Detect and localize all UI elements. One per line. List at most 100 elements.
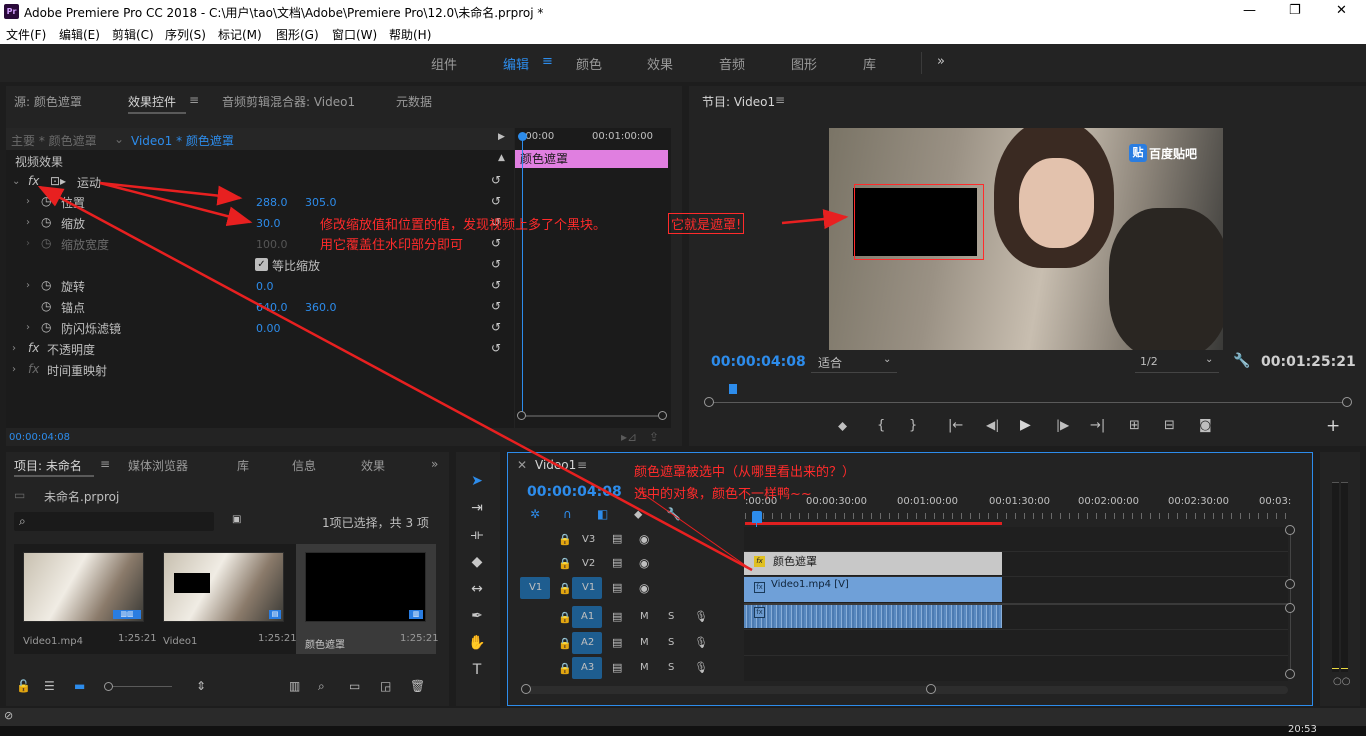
track-a2-target[interactable]: A2 xyxy=(572,632,602,654)
reset-icon[interactable]: ↺ xyxy=(491,257,501,271)
anchor-x-value[interactable]: 640.0 xyxy=(256,301,288,314)
reset-icon[interactable]: ↺ xyxy=(491,278,501,292)
menu-window[interactable]: 窗口(W) xyxy=(332,26,377,43)
tab-info[interactable]: 信息 xyxy=(292,457,316,474)
time-ruler[interactable]: :00:00 00:00:30:00 00:01:00:00 00:01:30:… xyxy=(745,487,1293,527)
scale-value[interactable]: 30.0 xyxy=(256,217,281,230)
menu-help[interactable]: 帮助(H) xyxy=(389,26,431,43)
flicker-expand-icon[interactable]: › xyxy=(26,322,30,333)
track-a3-target[interactable]: A3 xyxy=(572,657,602,679)
timeline-settings-icon[interactable]: 🔧 xyxy=(666,507,681,521)
tab-more-icon[interactable]: » xyxy=(431,457,438,471)
rotation-value[interactable]: 0.0 xyxy=(256,280,274,293)
new-item-icon[interactable]: ◲ xyxy=(380,679,391,693)
menu-file[interactable]: 文件(F) xyxy=(6,26,46,43)
position-expand-icon[interactable]: › xyxy=(26,196,30,207)
linked-selection-icon[interactable]: ∩ xyxy=(563,507,572,521)
marker-icon[interactable]: ⬥ xyxy=(838,419,847,434)
fit-dropdown[interactable]: 适合 ⌄ xyxy=(811,353,897,373)
type-tool-icon[interactable]: T xyxy=(466,659,488,681)
v-scroll-handle-mid[interactable] xyxy=(1285,579,1295,589)
menu-marker[interactable]: 标记(M) xyxy=(218,26,262,43)
scrub-end-handle[interactable] xyxy=(1342,397,1352,407)
track-v3-label[interactable]: V3 xyxy=(582,534,595,545)
eye-icon[interactable]: ◉ xyxy=(639,532,649,546)
go-to-out-icon[interactable]: →| xyxy=(1090,418,1105,433)
stopwatch-icon[interactable]: ◷ xyxy=(41,236,51,250)
reset-icon[interactable]: ↺ xyxy=(491,173,501,187)
menu-graphics[interactable]: 图形(G) xyxy=(276,26,319,43)
marker-icon[interactable]: ⬥ xyxy=(634,507,642,522)
tab-libraries[interactable]: 库 xyxy=(237,457,249,474)
snap-icon[interactable]: ✲ xyxy=(530,507,540,521)
mic-icon[interactable]: 🎙 xyxy=(694,661,708,674)
program-scrub-bar[interactable] xyxy=(709,402,1345,403)
add-button-icon[interactable]: + xyxy=(1326,416,1340,436)
h-scroll-end-handle[interactable] xyxy=(926,684,936,694)
program-menu-icon[interactable]: ≡ xyxy=(775,93,785,107)
search-input[interactable]: ⌕ xyxy=(14,512,214,531)
extract-icon[interactable]: ⊟ xyxy=(1164,418,1175,433)
close-button[interactable]: ✕ xyxy=(1336,3,1347,18)
program-timecode[interactable]: 00:00:04:08 xyxy=(711,354,806,370)
solo-button[interactable]: S xyxy=(668,611,674,622)
timeline-playhead-handle[interactable] xyxy=(752,511,762,523)
eye-icon[interactable]: ◉ xyxy=(639,556,649,570)
find-icon[interactable]: ⌕ xyxy=(318,679,325,694)
rotation-expand-icon[interactable]: › xyxy=(26,280,30,291)
sequence-clip-label[interactable]: Video1 * 颜色遮罩 xyxy=(131,132,234,149)
program-playhead[interactable] xyxy=(729,384,737,394)
zoom-slider[interactable] xyxy=(106,686,172,687)
timeline-close-icon[interactable]: ✕ xyxy=(517,458,527,472)
slip-tool-icon[interactable]: ↔ xyxy=(466,578,488,600)
stopwatch-icon[interactable]: ◷ xyxy=(41,215,51,229)
master-clip-label[interactable]: 主要 * 颜色遮罩 xyxy=(11,132,97,149)
v-scroll-handle-bottom[interactable] xyxy=(1285,669,1295,679)
timeline-sequence-tab[interactable]: Video1 xyxy=(535,458,576,472)
mini-color-matte-clip[interactable]: 颜色遮罩 xyxy=(515,150,668,168)
resolution-dropdown[interactable]: 1/2 ⌄ xyxy=(1135,353,1219,373)
lock-icon[interactable]: 🔒 xyxy=(558,611,572,624)
menu-sequence[interactable]: 序列(S) xyxy=(165,26,206,43)
collapse-icon[interactable]: ▲ xyxy=(498,153,505,163)
mute-button[interactable]: M xyxy=(640,662,649,673)
vertical-scrollbar[interactable] xyxy=(1290,529,1291,675)
selection-tool-icon[interactable]: ➤ xyxy=(466,470,488,492)
fx-icon[interactable]: fx xyxy=(28,174,39,188)
new-bin-search-icon[interactable]: ▣ xyxy=(232,514,241,525)
lock-icon[interactable]: 🔒 xyxy=(558,533,572,546)
ws-effects[interactable]: 效果 xyxy=(647,54,673,73)
mini-playhead[interactable] xyxy=(522,136,523,418)
lock-icon[interactable]: 🔓 xyxy=(16,679,31,693)
reset-icon[interactable]: ↺ xyxy=(491,320,501,334)
ws-graphics[interactable]: 图形 xyxy=(791,54,817,73)
thumb-color-matte[interactable]: ▥ xyxy=(305,552,426,622)
ws-audio[interactable]: 音频 xyxy=(719,54,745,73)
track-v2-label[interactable]: V2 xyxy=(582,558,595,569)
icon-view-icon[interactable]: ▬ xyxy=(74,679,85,693)
horizontal-scrollbar[interactable] xyxy=(526,686,1288,694)
position-x-value[interactable]: 288.0 xyxy=(256,196,288,209)
solo-button[interactable]: S xyxy=(668,637,674,648)
ws-libraries[interactable]: 库 xyxy=(863,54,876,73)
eye-icon[interactable]: ◉ xyxy=(639,581,649,595)
trash-icon[interactable]: 🗑 xyxy=(410,679,425,693)
timeline-timecode[interactable]: 00:00:04:08 xyxy=(527,484,622,500)
audio-timeline-clip[interactable]: fx xyxy=(744,605,1002,628)
automate-icon[interactable]: ▥ xyxy=(289,679,300,693)
step-forward-icon[interactable]: |▶ xyxy=(1056,418,1069,432)
flicker-value[interactable]: 0.00 xyxy=(256,322,281,335)
status-icon[interactable]: ⊘ xyxy=(4,709,13,722)
solo-meter-buttons[interactable]: ○○ xyxy=(1333,676,1350,687)
mark-out-icon[interactable]: } xyxy=(909,418,917,433)
lock-icon[interactable]: 🔒 xyxy=(558,582,572,595)
program-title[interactable]: 节目: Video1 xyxy=(702,93,775,110)
razor-tool-icon[interactable]: ◆ xyxy=(466,551,488,573)
v-scroll-handle-audio-top[interactable] xyxy=(1285,603,1295,613)
sync-lock-icon[interactable]: ▤ xyxy=(612,661,622,674)
thumb-video1-sequence[interactable]: ▤ xyxy=(163,552,284,622)
tab-menu-icon[interactable]: ≡ xyxy=(189,93,199,107)
scrub-start-handle[interactable] xyxy=(704,397,714,407)
camera-icon[interactable]: ◙ xyxy=(1199,418,1212,433)
reset-icon[interactable]: ↺ xyxy=(491,299,501,313)
